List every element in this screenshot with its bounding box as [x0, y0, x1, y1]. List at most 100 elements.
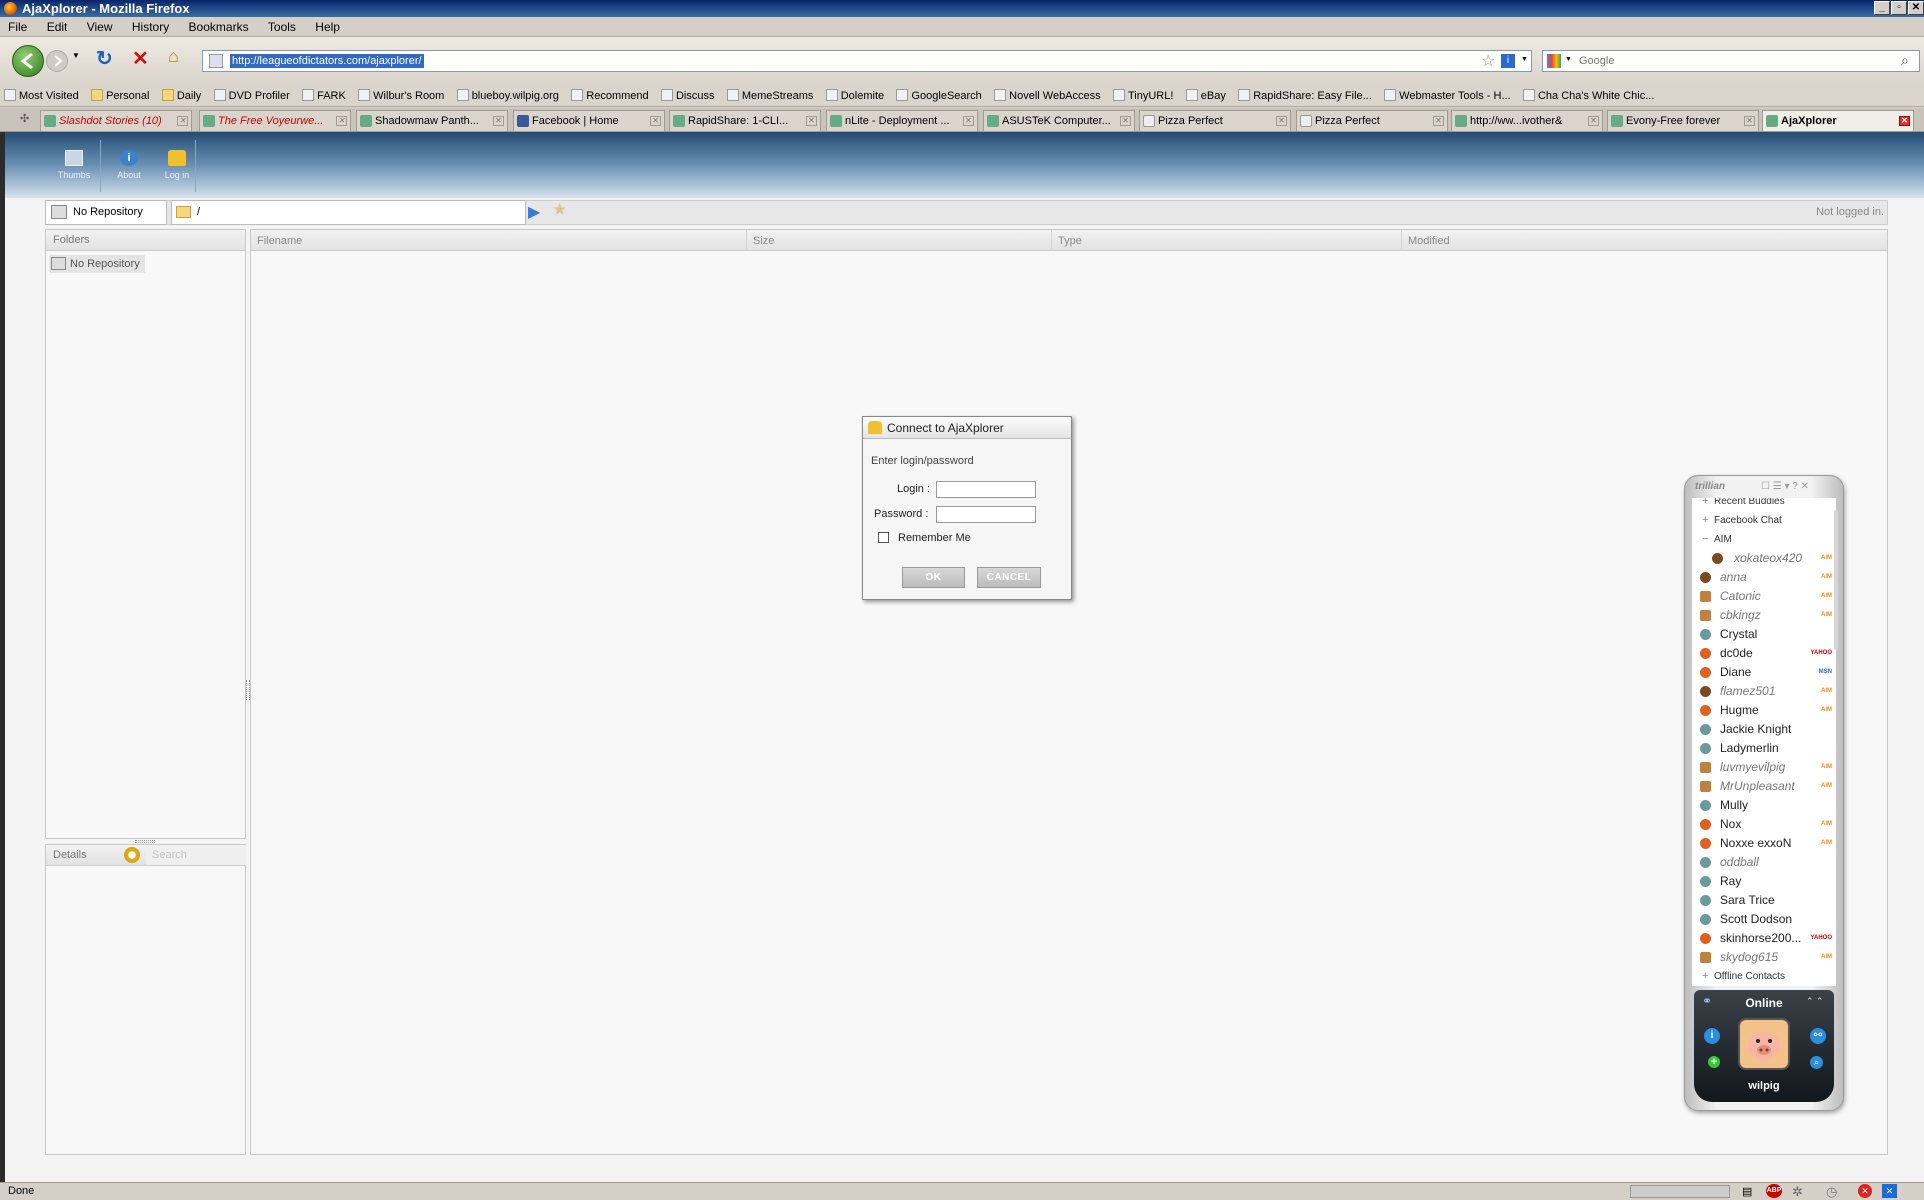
buddy-item[interactable]: skydog615 AIM: [1692, 948, 1836, 967]
bookmark-memestreams[interactable]: MemeStreams: [723, 85, 819, 106]
menu-bookmarks[interactable]: Bookmarks: [181, 17, 257, 37]
maximize-button[interactable]: ▫: [1891, 1, 1907, 15]
tab-facebook[interactable]: Facebook | Home ✕: [513, 110, 665, 131]
settings-icon[interactable]: ✲: [1792, 1183, 1803, 1200]
bookmark-personal[interactable]: Personal: [87, 85, 154, 106]
back-button[interactable]: [12, 45, 44, 77]
tab-scroll-icon[interactable]: ✣: [20, 112, 29, 125]
buddy-item[interactable]: MrUnpleasant AIM: [1692, 777, 1836, 796]
buddy-item[interactable]: Scott Dodson: [1692, 910, 1836, 929]
folder-tree-item[interactable]: No Repository: [49, 255, 145, 273]
forward-button[interactable]: [46, 50, 68, 72]
column-size[interactable]: Size: [746, 230, 1051, 251]
bookmark-dvd-profiler[interactable]: DVD Profiler: [210, 85, 295, 106]
tab-close-icon[interactable]: ✕: [1588, 116, 1599, 126]
column-type[interactable]: Type: [1051, 230, 1401, 251]
error-icon[interactable]: ✕: [1858, 1184, 1872, 1198]
buddy-item[interactable]: luvmyevilpig AIM: [1692, 758, 1836, 777]
stop-icon[interactable]: ✕: [132, 46, 149, 71]
group-offline-contacts[interactable]: + Offline Contacts: [1692, 967, 1836, 986]
buddy-item[interactable]: Diane MSN: [1692, 663, 1836, 682]
expand-icon[interactable]: +: [1702, 498, 1708, 511]
tab-close-icon[interactable]: ✕: [1120, 116, 1131, 126]
trillian-menu-icon[interactable]: ☐ ☰ ▾ ? ✕: [1761, 481, 1809, 492]
link-icon[interactable]: ⚯: [1810, 1028, 1826, 1044]
buddy-item[interactable]: Sara Trice: [1692, 891, 1836, 910]
tab-nlite[interactable]: nLite - Deployment ... ✕: [826, 110, 978, 131]
buddy-list-scrollbar[interactable]: [1834, 510, 1838, 650]
ok-button[interactable]: OK: [902, 567, 965, 588]
menu-file[interactable]: File: [0, 17, 35, 37]
expand-icon[interactable]: +: [1702, 967, 1708, 986]
tab-pizza-perfect-2[interactable]: Pizza Perfect ✕: [1296, 110, 1448, 131]
buddy-item[interactable]: Ray: [1692, 872, 1836, 891]
about-button[interactable]: i About: [109, 150, 149, 180]
url-text[interactable]: http://leagueofdictators.com/ajaxplorer/: [230, 54, 424, 68]
bookmark-blueboy[interactable]: blueboy.wilpig.org: [453, 85, 564, 106]
login-button[interactable]: Log in: [157, 150, 197, 180]
search-options-icon[interactable]: [124, 847, 140, 863]
cancel-button[interactable]: CANCEL: [977, 567, 1041, 588]
menu-tools[interactable]: Tools: [260, 17, 304, 37]
tab-close-icon[interactable]: ✕: [1899, 116, 1910, 126]
tab-close-icon[interactable]: ✕: [493, 116, 504, 126]
home-icon[interactable]: ⌂: [168, 46, 179, 67]
google-engine-icon[interactable]: [1547, 54, 1561, 68]
buddy-item[interactable]: dc0de YAHOO: [1692, 644, 1836, 663]
bookmark-discuss[interactable]: Discuss: [657, 85, 720, 106]
group-aim[interactable]: − AIM: [1692, 530, 1836, 549]
bookmark-tinyurl[interactable]: TinyURL!: [1109, 85, 1178, 106]
buddy-item[interactable]: Noxxe exxoN AIM: [1692, 834, 1836, 853]
buddy-item[interactable]: Ladymerlin: [1692, 739, 1836, 758]
search-icon[interactable]: ⌕: [1810, 1056, 1823, 1069]
buddy-item[interactable]: xokateox420 AIM: [1692, 549, 1836, 568]
tab-free-voyeurweb[interactable]: The Free Voyeurwe... ✕: [199, 110, 351, 131]
tab-asustek[interactable]: ASUSTeK Computer... ✕: [983, 110, 1135, 131]
tab-close-icon[interactable]: ✕: [1744, 116, 1755, 126]
bookmark-daily[interactable]: Daily: [158, 85, 206, 106]
column-modified[interactable]: Modified: [1401, 230, 1887, 251]
bookmark-star-icon[interactable]: ☆: [1481, 51, 1495, 71]
tab-slashdot[interactable]: Slashdot Stories (10) ✕: [40, 110, 192, 131]
tab-close-icon[interactable]: ✕: [650, 116, 661, 126]
status-arrows-icon[interactable]: ⌃ ⌃: [1806, 996, 1824, 1007]
group-recent-buddies[interactable]: + Recent Buddies: [1692, 498, 1836, 511]
tab-ajaxplorer[interactable]: AjaXplorer ✕: [1762, 110, 1914, 131]
minimize-button[interactable]: _: [1874, 1, 1890, 15]
bookmark-dolemite[interactable]: Dolemite: [822, 85, 889, 106]
tab-pizza-perfect-1[interactable]: Pizza Perfect ✕: [1139, 110, 1291, 131]
search-icon[interactable]: ⌕: [1901, 52, 1909, 69]
close-window-button[interactable]: ✕: [1908, 1, 1924, 15]
thumbs-button[interactable]: Thumbs: [54, 150, 94, 180]
avatar[interactable]: [1738, 1018, 1790, 1070]
tab-close-icon[interactable]: ✕: [963, 116, 974, 126]
search-input[interactable]: Search: [146, 845, 246, 865]
buddy-item[interactable]: Catonic AIM: [1692, 587, 1836, 606]
menu-history[interactable]: History: [124, 17, 177, 37]
reload-icon[interactable]: ↻: [96, 46, 113, 71]
clock-icon[interactable]: ◷: [1826, 1183, 1837, 1200]
repository-select[interactable]: No Repository ▼: [45, 200, 184, 225]
history-dropdown-icon[interactable]: ▼: [72, 51, 80, 60]
url-dropdown-icon[interactable]: ▼: [1521, 56, 1528, 63]
tab-shadowmaw[interactable]: Shadowmaw Panth... ✕: [356, 110, 508, 131]
menu-help[interactable]: Help: [307, 17, 348, 37]
add-contact-icon[interactable]: +: [1708, 1056, 1720, 1068]
bookmark-webmaster-tools[interactable]: Webmaster Tools - H...: [1380, 85, 1515, 106]
menu-view[interactable]: View: [79, 17, 121, 37]
tab-close-icon[interactable]: ✕: [1276, 116, 1287, 126]
buddy-item[interactable]: Mully: [1692, 796, 1836, 815]
bookmark-rapidshare[interactable]: RapidShare: Easy File...: [1234, 85, 1377, 106]
tab-close-icon[interactable]: ✕: [336, 116, 347, 126]
search-bar[interactable]: ▼ Google ⌕: [1542, 50, 1920, 72]
collapse-icon[interactable]: −: [1702, 530, 1708, 549]
bookmark-cha-chas[interactable]: Cha Cha's White Chic...: [1519, 85, 1659, 106]
column-filename[interactable]: Filename: [251, 230, 746, 251]
buddy-item[interactable]: cbkingz AIM: [1692, 606, 1836, 625]
buddy-item[interactable]: oddball: [1692, 853, 1836, 872]
bookmark-most-visited[interactable]: Most Visited: [0, 85, 84, 106]
horizontal-splitter[interactable]: [135, 840, 155, 843]
buddy-item[interactable]: skinhorse200... YAHOO: [1692, 929, 1836, 948]
bookmark-recommend[interactable]: Recommend: [567, 85, 653, 106]
adblock-icon[interactable]: ABP: [1766, 1184, 1782, 1198]
